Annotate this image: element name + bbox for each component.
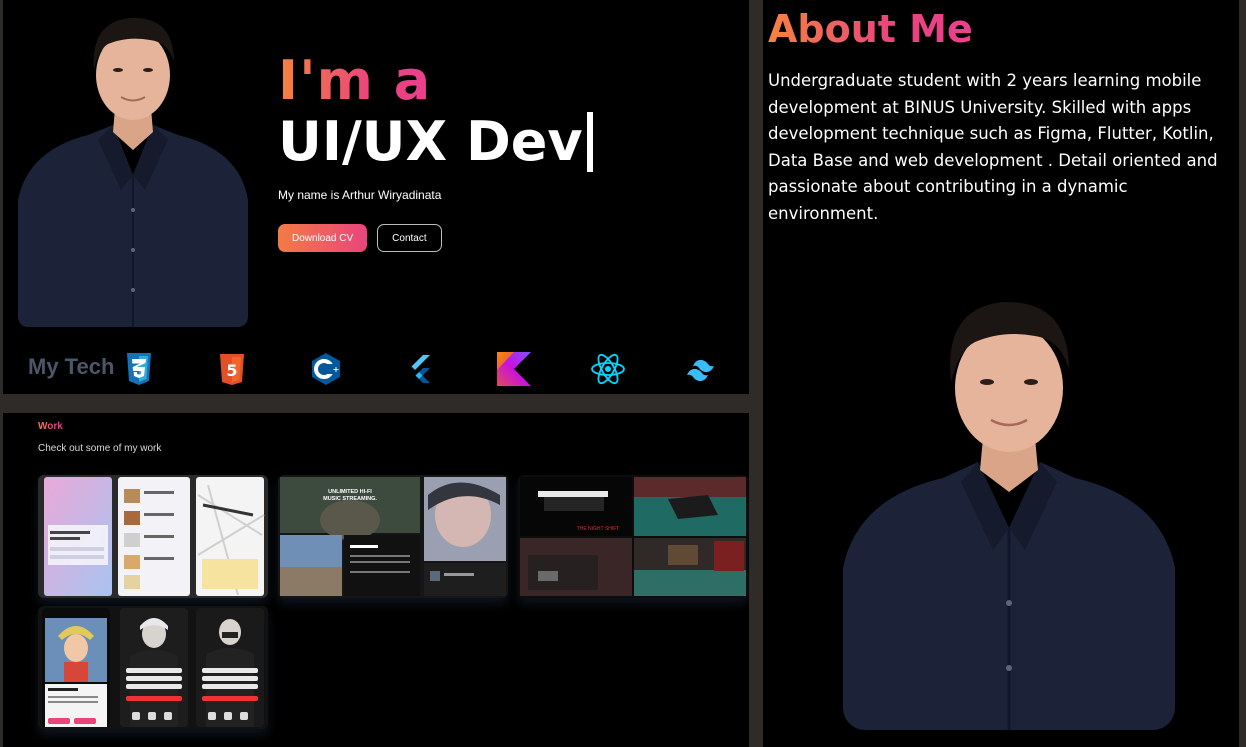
horror-game-screens-icon: THE NIGHT SHIFT — [518, 475, 748, 598]
music-app-mockup-icon: UNLIMITED HI-FI MUSIC STREAMING. — [278, 475, 508, 598]
svg-text:MUSIC STREAMING.: MUSIC STREAMING. — [323, 496, 377, 502]
work-subtitle: Check out some of my work — [38, 443, 162, 454]
flutter-icon — [401, 350, 439, 388]
work-card-pet-app[interactable] — [38, 475, 268, 598]
html5-icon: 5 — [213, 350, 251, 388]
headline-prefix: I'm a — [278, 49, 432, 112]
hero-name: My name is Arthur Wiryadinata — [278, 188, 442, 202]
pet-app-mockup-icon — [38, 475, 268, 598]
about-section: About Me Undergraduate student with 2 ye… — [763, 0, 1239, 747]
tech-title: My Tech — [28, 354, 115, 379]
work-card-mobile-app[interactable] — [38, 606, 268, 729]
svg-text:+: + — [333, 365, 340, 374]
svg-text:5: 5 — [226, 361, 237, 380]
about-title: About Me — [768, 7, 973, 51]
work-label: Work — [38, 421, 63, 432]
svg-text:THE NIGHT SHIFT: THE NIGHT SHIFT — [577, 526, 620, 532]
typing-caret — [586, 112, 593, 172]
cplusplus-icon: + — [307, 350, 345, 388]
download-cv-button[interactable]: Download CV — [278, 224, 368, 252]
work-section: Work Check out some of my work UNLIMITED… — [3, 413, 749, 747]
react-icon — [589, 350, 627, 388]
css3-icon — [120, 350, 158, 388]
about-portrait — [843, 278, 1175, 730]
contact-button[interactable]: Contact — [377, 224, 442, 252]
work-card-horror-game[interactable]: THE NIGHT SHIFT — [518, 475, 748, 598]
svg-text:UNLIMITED HI-FI: UNLIMITED HI-FI — [328, 489, 372, 495]
hero-section: I'm a UI/UX Dev My name is Arthur Wiryad… — [3, 0, 749, 394]
about-body: Undergraduate student with 2 years learn… — [768, 71, 1218, 223]
kotlin-icon — [495, 350, 533, 388]
hero-portrait — [18, 0, 248, 327]
headline-role: UI/UX Dev — [278, 110, 583, 173]
mobile-app-mockup-icon — [38, 606, 268, 729]
hero-copy: I'm a UI/UX Dev My name is Arthur Wiryad… — [278, 50, 593, 252]
hero-buttons: Download CV Contact — [278, 224, 593, 252]
work-card-music-app[interactable]: UNLIMITED HI-FI MUSIC STREAMING. — [278, 475, 508, 598]
tailwind-icon — [683, 350, 721, 388]
